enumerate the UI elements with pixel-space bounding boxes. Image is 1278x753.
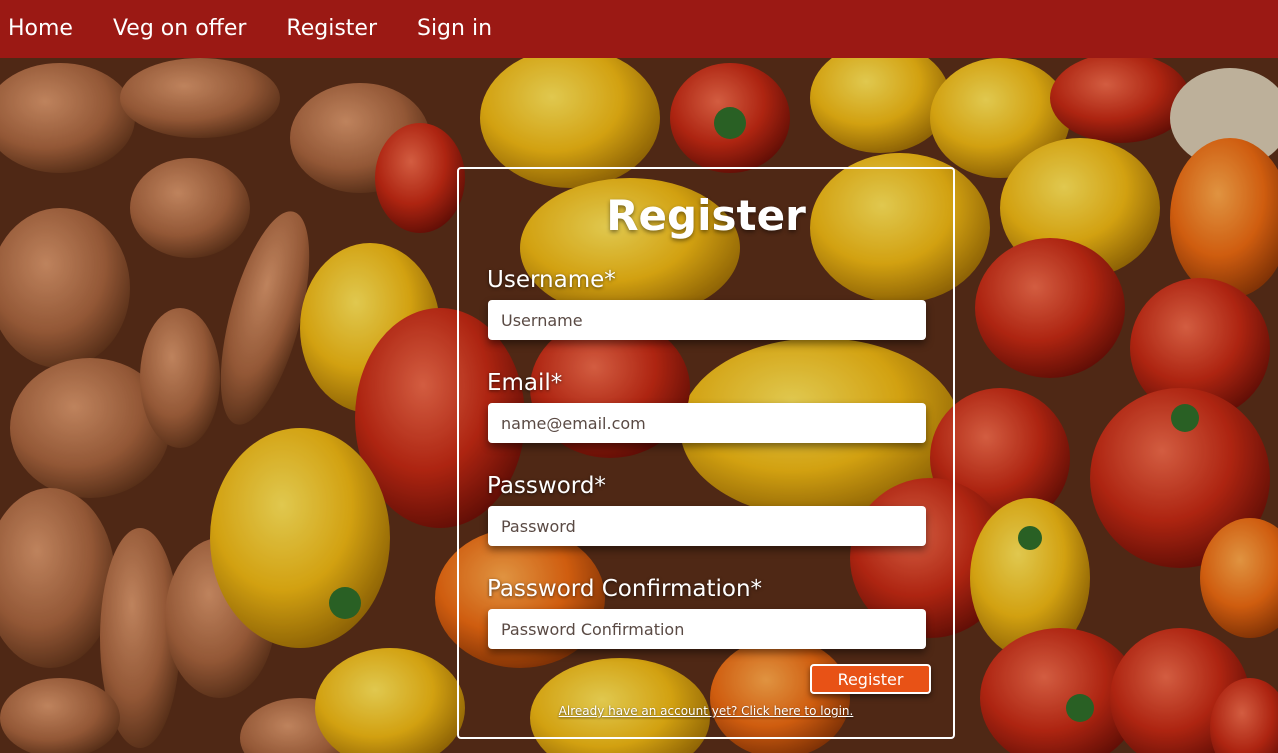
password-input[interactable]: [488, 506, 926, 546]
password-label: Password*: [487, 473, 606, 499]
register-form-card: Register Username* Email* Password* Pass…: [457, 167, 955, 739]
register-title: Register: [606, 191, 806, 240]
nav-register-link[interactable]: Register: [286, 18, 377, 40]
register-submit-button[interactable]: Register: [810, 664, 931, 694]
username-label: Username*: [487, 267, 616, 293]
email-label: Email*: [487, 370, 563, 396]
nav-sign-in-link[interactable]: Sign in: [417, 18, 492, 40]
password-confirmation-label: Password Confirmation*: [487, 576, 763, 602]
email-input[interactable]: [488, 403, 926, 443]
top-navbar: Home Veg on offer Register Sign in: [0, 0, 1278, 58]
nav-veg-on-offer-link[interactable]: Veg on offer: [113, 18, 246, 40]
nav-home-link[interactable]: Home: [8, 18, 73, 40]
password-confirmation-input[interactable]: [488, 609, 926, 649]
login-link[interactable]: Already have an account yet? Click here …: [459, 704, 953, 718]
username-input[interactable]: [488, 300, 926, 340]
